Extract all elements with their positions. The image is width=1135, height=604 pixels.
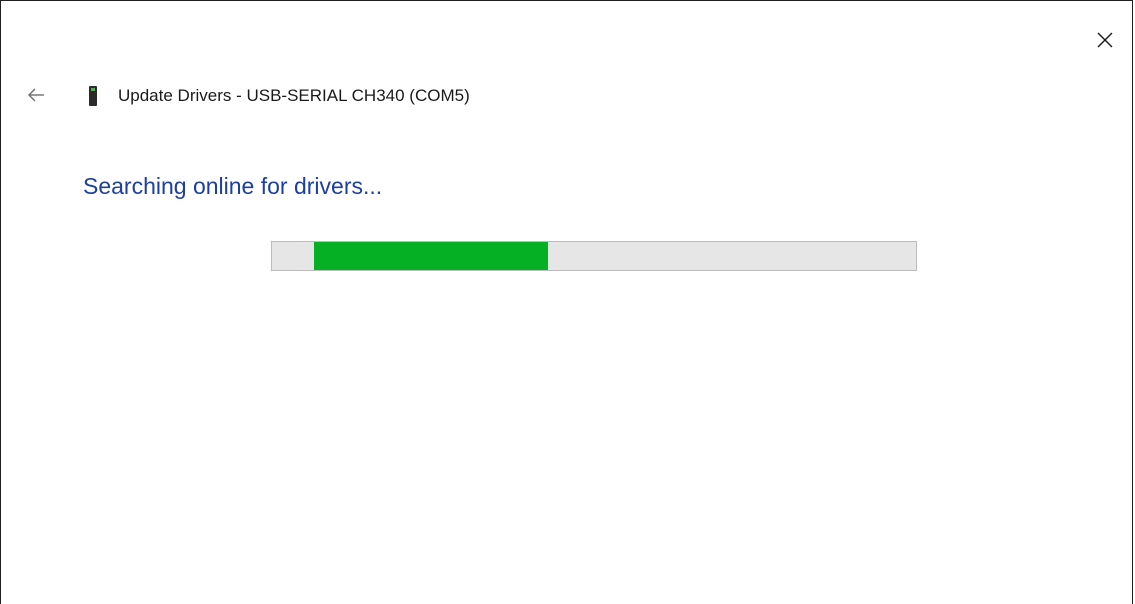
usb-device-icon xyxy=(89,86,97,106)
window-title: Update Drivers - USB-SERIAL CH340 (COM5) xyxy=(118,86,470,105)
close-icon xyxy=(1097,32,1113,48)
back-button[interactable] xyxy=(23,83,49,107)
back-arrow-icon xyxy=(28,88,44,102)
status-heading: Searching online for drivers... xyxy=(83,173,383,199)
progress-bar-fill xyxy=(313,242,548,270)
close-button[interactable] xyxy=(1090,25,1120,55)
progress-bar xyxy=(271,241,917,271)
update-drivers-dialog: Update Drivers - USB-SERIAL CH340 (COM5)… xyxy=(0,0,1133,604)
